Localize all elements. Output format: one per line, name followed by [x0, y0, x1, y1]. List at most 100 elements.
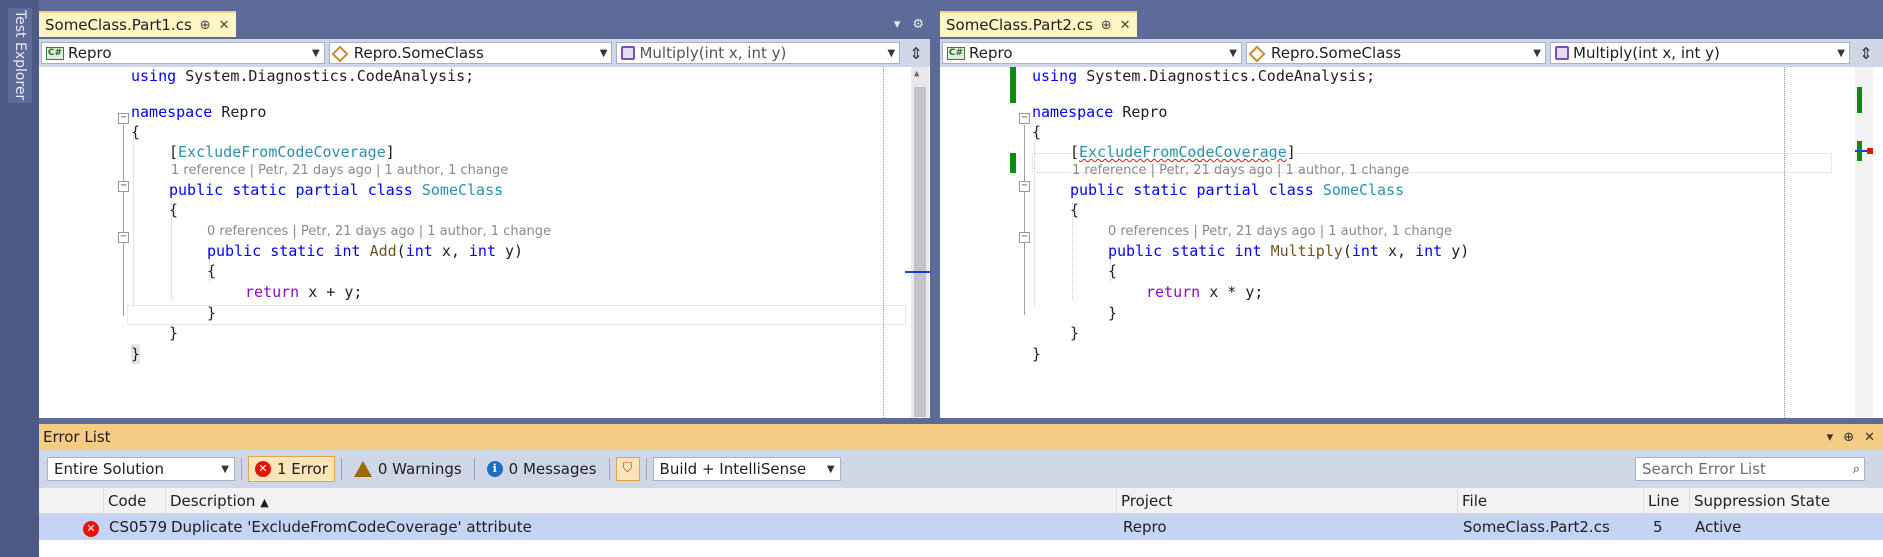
filter-icon[interactable]: ⛉ — [615, 457, 640, 481]
code-line-method: public static int Multiply(int x, int y) — [1108, 242, 1470, 260]
member-label: Multiply(int x, int y) — [639, 44, 787, 62]
close-icon[interactable]: ✕ — [1120, 18, 1131, 33]
cell-project: Repro — [1123, 518, 1167, 536]
tab-someclass-part2[interactable]: SomeClass.Part2.cs ⊕ ✕ — [940, 11, 1137, 37]
collapse-class-icon[interactable]: − — [1019, 181, 1030, 192]
class-dropdown[interactable]: Repro.SomeClass ▼ — [328, 42, 613, 64]
vertical-scrollbar[interactable]: ▲ — [911, 67, 929, 418]
tab-title: SomeClass.Part2.cs — [946, 16, 1093, 34]
split-editor-icon[interactable]: ⇕ — [904, 42, 928, 64]
collapse-namespace-icon[interactable]: − — [118, 113, 129, 124]
toolbar-separator — [241, 458, 242, 480]
scope-label: Entire Solution — [54, 460, 164, 478]
class-icon — [334, 46, 350, 60]
code-editor-left[interactable]: − − − using System.Diagnostics.CodeAnaly… — [39, 67, 930, 418]
code-editor-right[interactable]: − − − using System.Diagnostics.CodeAnaly… — [940, 67, 1883, 418]
code-line-class: public static partial class SomeClass — [1070, 181, 1405, 199]
scroll-change-marker — [1857, 87, 1862, 113]
errors-filter-button[interactable]: ✕ 1 Error — [248, 456, 335, 482]
pin-icon[interactable]: ⊕ — [1101, 18, 1112, 33]
messages-label: 0 Messages — [508, 460, 597, 478]
project-dropdown[interactable]: C# Repro ▼ — [942, 42, 1242, 64]
navigation-bar-left: C# Repro ▼ Repro.SomeClass ▼ Multiply(in… — [39, 39, 930, 67]
tab-someclass-part1[interactable]: SomeClass.Part1.cs ⊕ ✕ — [39, 11, 236, 37]
collapse-class-icon[interactable]: − — [118, 181, 129, 192]
column-header-project[interactable]: Project — [1116, 488, 1446, 514]
codelens-class[interactable]: 1 reference | Petr, 21 days ago | 1 auth… — [1072, 163, 1409, 178]
chevron-down-icon: ▼ — [887, 47, 896, 59]
member-dropdown[interactable]: Multiply(int x, int y) ▼ — [1550, 42, 1850, 64]
search-error-list-input[interactable]: Search Error List ⌕ — [1635, 457, 1865, 481]
codelens-method[interactable]: 0 references | Petr, 21 days ago | 1 aut… — [1108, 224, 1452, 239]
class-icon — [1251, 46, 1267, 60]
chevron-down-icon: ▼ — [1229, 47, 1237, 59]
codelens-method[interactable]: 0 references | Petr, 21 days ago | 1 aut… — [207, 224, 551, 239]
code-line-close-brace: } — [1070, 324, 1080, 342]
method-icon — [621, 46, 636, 60]
code-line-open-brace: { — [207, 262, 217, 280]
errors-label: 1 Error — [277, 460, 328, 478]
column-header-code[interactable]: Code — [103, 488, 165, 514]
info-icon: i — [486, 461, 503, 477]
project-dropdown[interactable]: C# Repro ▼ — [41, 42, 325, 64]
error-marker — [1867, 148, 1873, 154]
panel-actions: ▾ ⊕ ✕ — [1827, 424, 1875, 450]
pin-icon[interactable]: ⊕ — [200, 18, 211, 33]
column-guide — [883, 67, 884, 418]
close-icon[interactable]: ✕ — [1864, 430, 1875, 445]
code-line-open-brace: { — [1070, 201, 1080, 219]
class-dropdown[interactable]: Repro.SomeClass ▼ — [1246, 42, 1546, 64]
tab-dropdown-icon[interactable]: ▾ — [894, 17, 901, 32]
gear-icon[interactable]: ⚙ — [912, 17, 924, 32]
pin-icon[interactable]: ⊕ — [1843, 430, 1854, 445]
error-list-title-bar: Error List ▾ ⊕ ✕ — [39, 424, 1883, 450]
code-line-open-brace: { — [1108, 262, 1118, 280]
tab-title: SomeClass.Part1.cs — [45, 16, 192, 34]
fold-guide — [123, 125, 124, 316]
change-indicator — [1010, 153, 1016, 173]
chevron-down-icon: ▼ — [599, 47, 608, 59]
column-header-line[interactable]: Line — [1643, 488, 1689, 514]
column-header-suppression[interactable]: Suppression State — [1689, 488, 1869, 514]
close-icon[interactable]: ✕ — [219, 18, 230, 33]
csharp-project-icon: C# — [46, 46, 64, 60]
test-explorer-tab[interactable]: Test Explorer — [8, 8, 32, 103]
scroll-thumb[interactable] — [914, 87, 926, 417]
tab-row-actions: ▾ ⚙ — [894, 11, 924, 37]
editor-pane-left: SomeClass.Part1.cs ⊕ ✕ ▾ ⚙ C# Repro ▼ Re… — [39, 6, 930, 418]
member-dropdown[interactable]: Multiply(int x, int y) ▼ — [616, 42, 901, 64]
code-line-attribute: [ExcludeFromCodeCoverage] — [1070, 143, 1296, 161]
error-icon: ✕ — [79, 514, 99, 540]
build-filter-label: Build + IntelliSense — [659, 460, 807, 478]
editor-pane-right: SomeClass.Part2.cs ⊕ ✕ C# Repro ▼ Repro.… — [940, 6, 1883, 418]
build-filter-dropdown[interactable]: Build + IntelliSense ▼ — [652, 457, 841, 481]
collapse-method-icon[interactable]: − — [118, 232, 129, 243]
code-line-namespace: namespace Repro — [1032, 103, 1168, 121]
collapse-method-icon[interactable]: − — [1019, 232, 1030, 243]
column-header-description[interactable]: Description ▲ — [165, 488, 1116, 514]
cell-description: Duplicate 'ExcludeFromCodeCoverage' attr… — [171, 518, 532, 536]
toolbar-separator — [473, 458, 475, 480]
warnings-label: 0 Warnings — [377, 460, 462, 478]
table-row[interactable]: ✕ CS0579 Duplicate 'ExcludeFromCodeCover… — [39, 514, 1883, 540]
code-line-using: using System.Diagnostics.CodeAnalysis; — [1032, 67, 1376, 85]
scroll-up-icon[interactable]: ▲ — [914, 69, 919, 79]
warnings-filter-button[interactable]: 0 Warnings — [348, 456, 468, 482]
messages-filter-button[interactable]: i 0 Messages — [481, 456, 603, 482]
collapse-namespace-icon[interactable]: − — [1019, 113, 1030, 124]
dropdown-icon[interactable]: ▾ — [1827, 430, 1834, 445]
code-line-close-brace: } — [1032, 345, 1042, 363]
vertical-scrollbar[interactable] — [1855, 67, 1873, 418]
navigation-bar-right: C# Repro ▼ Repro.SomeClass ▼ Multiply(in… — [940, 39, 1883, 67]
chevron-down-icon: ▼ — [221, 463, 229, 475]
error-list-toolbar: Entire Solution ▼ ✕ 1 Error 0 Warnings i… — [39, 450, 1883, 488]
change-indicator — [1010, 67, 1016, 103]
codelens-class[interactable]: 1 reference | Petr, 21 days ago | 1 auth… — [171, 163, 508, 178]
code-line-open-brace: { — [131, 123, 141, 141]
split-editor-icon[interactable]: ⇕ — [1854, 42, 1878, 64]
caret-position-marker — [905, 271, 930, 273]
column-header-file[interactable]: File — [1457, 488, 1643, 514]
scope-dropdown[interactable]: Entire Solution ▼ — [47, 457, 235, 481]
chevron-down-icon: ▼ — [1533, 47, 1541, 59]
code-line-close-brace: } — [1108, 304, 1118, 322]
